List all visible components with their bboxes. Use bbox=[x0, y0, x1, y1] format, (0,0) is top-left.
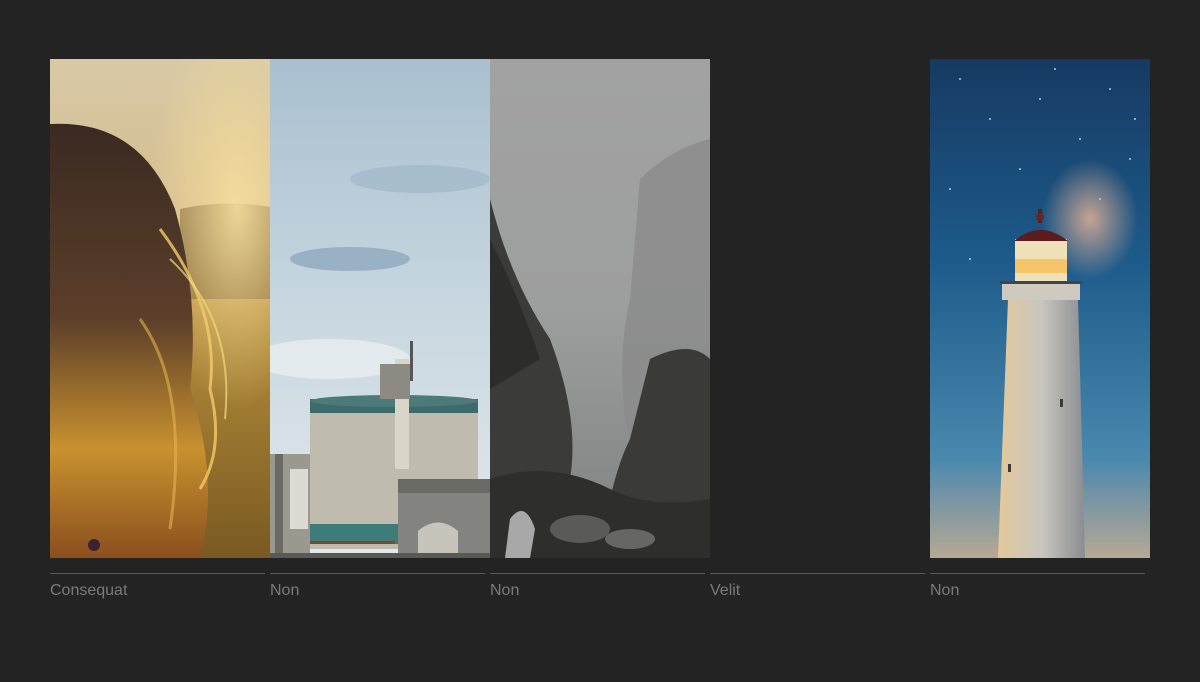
gallery-caption: Consequat bbox=[50, 582, 128, 599]
caption-divider bbox=[490, 573, 705, 574]
image-gallery: Consequat Non Non Velit Non bbox=[50, 59, 1150, 619]
gallery-item-velit[interactable]: Velit bbox=[710, 59, 930, 619]
gallery-item-non-2[interactable]: Non bbox=[490, 59, 710, 619]
gallery-caption: Non bbox=[490, 582, 520, 599]
caption-divider bbox=[270, 573, 485, 574]
gallery-item-non-3[interactable]: Non bbox=[930, 59, 1150, 619]
gallery-image-empty[interactable] bbox=[710, 59, 930, 558]
gallery-image[interactable] bbox=[930, 59, 1150, 558]
gallery-caption: Non bbox=[930, 582, 960, 599]
caption-divider bbox=[930, 573, 1145, 574]
gallery-item-consequat[interactable]: Consequat bbox=[50, 59, 270, 619]
gallery-item-non-1[interactable]: Non bbox=[270, 59, 490, 619]
gallery-image[interactable] bbox=[270, 59, 490, 558]
gallery-image[interactable] bbox=[490, 59, 710, 558]
caption-divider bbox=[710, 573, 925, 574]
gallery-caption: Non bbox=[270, 582, 300, 599]
gallery-image[interactable] bbox=[50, 59, 270, 558]
gallery-caption: Velit bbox=[710, 582, 741, 599]
caption-divider bbox=[50, 573, 265, 574]
